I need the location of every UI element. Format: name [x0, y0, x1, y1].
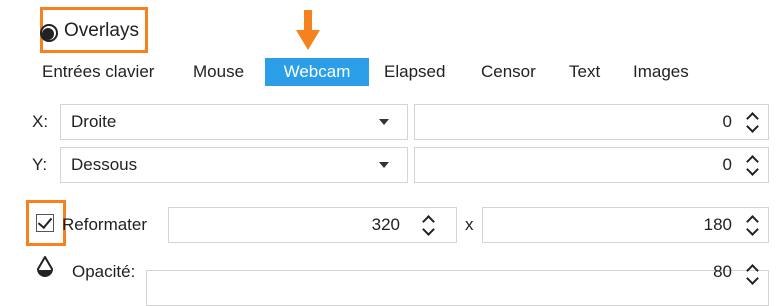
spin-down-icon[interactable] — [422, 227, 436, 237]
opacity-input[interactable]: 80 — [146, 262, 769, 306]
x-offset-value: 0 — [722, 112, 732, 131]
check-icon — [37, 213, 53, 230]
y-position-value: Dessous — [71, 155, 138, 174]
resize-checkbox[interactable] — [36, 213, 54, 232]
spin-up-icon[interactable] — [746, 263, 760, 273]
resize-width-value: 320 — [371, 215, 400, 234]
x-position-value: Droite — [71, 112, 117, 131]
spin-up-icon[interactable] — [746, 154, 760, 164]
spin-up-icon[interactable] — [746, 111, 760, 121]
spin-down-icon[interactable] — [746, 124, 760, 134]
chevron-down-icon — [379, 119, 389, 125]
x-offset-input[interactable]: 0 — [414, 104, 769, 140]
y-label: Y: — [32, 155, 48, 174]
width-spinner[interactable] — [422, 214, 436, 238]
tab-mouse[interactable]: Mouse — [193, 58, 244, 86]
arrow-annotation-icon — [296, 30, 320, 50]
spin-down-icon[interactable] — [746, 167, 760, 177]
tab-text[interactable]: Text — [569, 58, 600, 86]
y-offset-spinner[interactable] — [746, 154, 760, 178]
resize-height-input[interactable]: 180 — [482, 207, 769, 243]
spin-up-icon[interactable] — [746, 214, 760, 224]
x-offset-spinner[interactable] — [746, 111, 760, 135]
opacity-value: 80 — [713, 262, 732, 281]
tab-images[interactable]: Images — [633, 58, 689, 86]
x-label: X: — [32, 112, 49, 131]
tab-webcam[interactable]: Webcam — [265, 58, 369, 86]
resize-width-input[interactable]: 320 — [168, 207, 457, 243]
spin-down-icon[interactable] — [746, 227, 760, 237]
resize-height-value: 180 — [703, 215, 732, 234]
y-offset-value: 0 — [722, 155, 732, 174]
x-position-select[interactable]: Droite — [60, 104, 408, 140]
height-spinner[interactable] — [746, 214, 760, 238]
chevron-down-icon — [379, 162, 389, 168]
resize-label: Reformater — [62, 215, 148, 234]
overlays-title: Overlays — [64, 20, 139, 41]
opacity-label: Opacité: — [72, 262, 136, 281]
opacity-spinner[interactable] — [746, 263, 760, 287]
y-offset-input[interactable]: 0 — [414, 147, 769, 183]
tab-entrees-clavier[interactable]: Entrées clavier — [42, 58, 154, 86]
y-position-select[interactable]: Dessous — [60, 147, 408, 183]
spin-down-icon[interactable] — [746, 276, 760, 286]
size-separator: x — [465, 215, 474, 234]
opacity-drop-icon — [36, 255, 54, 279]
overlays-toggle-icon[interactable] — [40, 24, 58, 42]
tab-elapsed[interactable]: Elapsed — [384, 58, 445, 86]
tab-censor[interactable]: Censor — [481, 58, 536, 86]
spin-up-icon[interactable] — [422, 214, 436, 224]
